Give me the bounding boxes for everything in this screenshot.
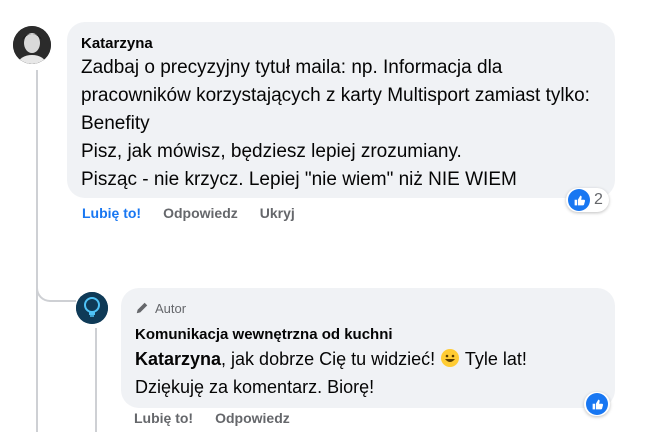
reply-line: Dziękuję za komentarz. Biorę! [135,377,375,397]
reply-fragment: Tyle lat! [460,349,527,369]
like-reaction-icon [586,393,608,415]
lightbulb-icon [76,292,108,324]
like-reaction-icon [568,189,590,211]
reply-fragment: , jak dobrze Cię tu widzieć! [221,349,441,369]
page-avatar[interactable] [76,292,108,324]
reply-reaction-summary[interactable] [584,392,610,416]
comment-actions: Lubię to! Odpowiedz Ukryj [82,205,295,221]
grinning-emoji-icon [441,349,460,367]
pencil-icon [136,302,148,314]
reply-text: Katarzyna, jak dobrze Cię tu widzieć! Ty… [135,345,601,401]
reply-bubble: Autor Komunikacja wewnętrzna od kuchni K… [121,288,615,408]
comment-bubble: Katarzyna Zadbaj o precyzyjny tytuł mail… [67,22,615,198]
reply-actions: Lubię to! Odpowiedz [134,410,290,426]
comment-line: Zadbaj o precyzyjny tytuł maila: np. Inf… [81,57,590,134]
hide-button[interactable]: Ukryj [260,205,295,221]
reply-like-button[interactable]: Lubię to! [134,410,193,426]
reaction-count: 2 [594,191,603,208]
profile-photo-icon [13,26,51,64]
comment-line: Pisz, jak mówisz, będziesz lepiej zrozum… [81,141,462,162]
mention-link[interactable]: Katarzyna [135,349,221,369]
author-badge: Autor [135,298,601,318]
avatar[interactable] [13,26,51,64]
comment-line: Pisząc - nie krzycz. Lepiej "nie wiem" n… [81,169,517,190]
reply-button[interactable]: Odpowiedz [163,205,238,221]
author-badge-label: Autor [155,300,187,316]
thread-line [36,70,38,432]
reaction-summary[interactable]: 2 [566,188,609,212]
comment-author[interactable]: Katarzyna [81,34,601,54]
reply-reply-button[interactable]: Odpowiedz [215,410,290,426]
like-button[interactable]: Lubię to! [82,205,141,221]
comment-text: Zadbaj o precyzyjny tytuł maila: np. Inf… [81,54,601,194]
reply-author[interactable]: Komunikacja wewnętrzna od kuchni [135,325,601,345]
reply-line: Katarzyna, jak dobrze Cię tu widzieć! Ty… [135,345,601,373]
thread-connector [36,262,76,302]
reply-thread-line [95,328,97,432]
